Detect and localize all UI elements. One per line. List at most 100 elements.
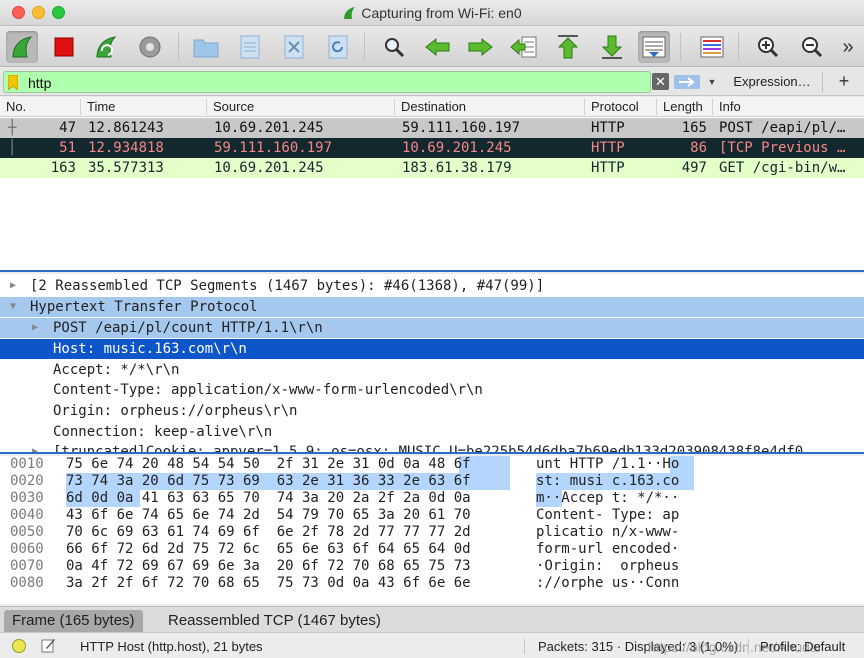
expand-arrow-icon[interactable]: ▶ — [32, 318, 38, 338]
profile-text[interactable]: Profile: Default — [760, 639, 845, 654]
packet-row-selected[interactable]: │ 51 12.934818 59.111.160.197 10.69.201.… — [0, 138, 864, 158]
byte-ascii: st: musi c.163.co — [536, 473, 680, 489]
byte-hex: 66 6f 72 6d 2d 75 72 6c 65 6e 63 6f 64 6… — [66, 541, 471, 557]
arrow-right-icon — [468, 37, 493, 57]
first-packet-button[interactable] — [552, 31, 584, 63]
stop-icon — [54, 37, 74, 57]
tree-item-reassembled-segments[interactable]: ▶ [2 Reassembled TCP Segments (1467 byte… — [0, 276, 864, 296]
tree-item-label: Accept: */*\r\n — [53, 362, 180, 378]
tree-item-label: Hypertext Transfer Protocol — [30, 299, 258, 315]
packet-info: [TCP Previous … — [719, 140, 846, 156]
zoom-out-button[interactable] — [796, 31, 828, 63]
bytes-row[interactable]: 0020 73 74 3a 20 6d 75 73 69 63 2e 31 36 … — [0, 473, 864, 490]
close-file-button[interactable] — [278, 31, 310, 63]
capture-options-button[interactable] — [134, 31, 166, 63]
bookmark-icon[interactable] — [8, 75, 18, 90]
packet-row[interactable]: ┼ 47 12.861243 10.69.201.245 59.111.160.… — [0, 118, 864, 138]
byte-ascii: ://orphe us··Conn — [536, 575, 680, 591]
byte-offset: 0030 — [10, 490, 44, 506]
bytes-row[interactable]: 0030 6d 0d 0a 41 63 63 65 70 74 3a 20 2a … — [0, 490, 864, 507]
bytes-row[interactable]: 0080 3a 2f 2f 6f 72 70 68 65 75 73 0d 0a … — [0, 575, 864, 592]
add-filter-button[interactable]: + — [834, 70, 854, 92]
packet-list-header: No. Time Source Destination Protocol Len… — [0, 97, 864, 117]
reload-file-button[interactable] — [322, 31, 354, 63]
tab-frame[interactable]: Frame (165 bytes) — [4, 610, 143, 632]
auto-scroll-button[interactable] — [638, 31, 670, 63]
tab-reassembled-tcp[interactable]: Reassembled TCP (1467 bytes) — [160, 610, 389, 632]
column-header-destination[interactable]: Destination — [395, 99, 466, 115]
packet-time: 12.934818 — [88, 140, 164, 156]
byte-ascii: unt HTTP /1.1··Ho — [536, 456, 680, 472]
byte-hex: 3a 2f 2f 6f 72 70 68 65 75 73 0d 0a 43 6… — [66, 575, 471, 591]
packet-protocol: HTTP — [591, 140, 625, 156]
expert-info-icon[interactable] — [12, 639, 26, 653]
arrow-down-icon — [601, 35, 623, 59]
last-packet-button[interactable] — [596, 31, 628, 63]
packet-list[interactable]: No. Time Source Destination Protocol Len… — [0, 97, 864, 272]
collapse-arrow-icon[interactable]: ▼ — [10, 297, 16, 317]
bytes-row[interactable]: 0070 0a 4f 72 69 67 69 6e 3a 20 6f 72 70 … — [0, 558, 864, 575]
stop-capture-button[interactable] — [48, 31, 80, 63]
toolbar-separator — [364, 33, 365, 61]
go-to-packet-button[interactable] — [508, 31, 540, 63]
column-header-length[interactable]: Length — [657, 99, 703, 115]
expression-button[interactable]: Expression… — [728, 71, 816, 93]
zoom-in-button[interactable] — [752, 31, 784, 63]
status-separator — [524, 639, 525, 654]
column-header-no[interactable]: No. — [0, 99, 26, 115]
tree-item-origin[interactable]: Origin: orpheus://orpheus\r\n — [0, 401, 864, 421]
go-forward-button[interactable] — [464, 31, 496, 63]
find-packet-button[interactable] — [378, 31, 410, 63]
bytes-row[interactable]: 0060 66 6f 72 6d 2d 75 72 6c 65 6e 63 6f … — [0, 541, 864, 558]
go-back-button[interactable] — [422, 31, 454, 63]
arrow-left-icon — [425, 37, 450, 57]
open-file-button[interactable] — [190, 31, 222, 63]
toolbar-separator — [738, 33, 739, 61]
tree-item-connection[interactable]: Connection: keep-alive\r\n — [0, 422, 864, 442]
auto-scroll-icon — [642, 36, 666, 58]
filter-history-dropdown[interactable]: ▼ — [704, 72, 720, 92]
expand-arrow-icon[interactable]: ▶ — [10, 276, 16, 296]
packet-destination: 59.111.160.197 — [402, 120, 521, 136]
tree-item-label: Host: music.163.com\r\n — [53, 341, 247, 357]
apply-filter-button[interactable] — [672, 72, 702, 92]
byte-hex: 73 74 3a 20 6d 75 73 69 63 2e 31 36 33 2… — [66, 473, 471, 489]
packet-info: POST /eapi/pl/… — [719, 120, 846, 136]
magnifier-icon — [385, 38, 405, 58]
bytes-row[interactable]: 0040 43 6f 6e 74 65 6e 74 2d 54 79 70 65 … — [0, 507, 864, 524]
tree-item-request-line[interactable]: ▶ POST /eapi/pl/count HTTP/1.1\r\n — [0, 318, 864, 338]
expand-arrow-icon[interactable]: ▶ — [32, 442, 38, 452]
tree-item-host[interactable]: Host: music.163.com\r\n — [0, 339, 864, 359]
column-header-protocol[interactable]: Protocol — [585, 99, 639, 115]
capture-comment-icon[interactable] — [40, 637, 56, 653]
display-filter-input[interactable]: http — [3, 71, 651, 93]
bytes-row[interactable]: 0050 70 6c 69 63 61 74 69 6f 6e 2f 78 2d … — [0, 524, 864, 541]
column-header-source[interactable]: Source — [207, 99, 254, 115]
packet-bytes-pane[interactable]: 0010 75 6e 74 20 48 54 54 50 2f 31 2e 31 … — [0, 456, 864, 604]
column-header-time[interactable]: Time — [81, 99, 115, 115]
column-header-info[interactable]: Info — [713, 99, 741, 115]
byte-hex: 75 6e 74 20 48 54 54 50 2f 31 2e 31 0d 0… — [66, 456, 471, 472]
bytes-row[interactable]: 0010 75 6e 74 20 48 54 54 50 2f 31 2e 31 … — [0, 456, 864, 473]
byte-offset: 0080 — [10, 575, 44, 591]
tree-item-accept[interactable]: Accept: */*\r\n — [0, 360, 864, 380]
byte-ascii: ·Origin: orpheus — [536, 558, 680, 574]
packet-details-tree[interactable]: ▶ [2 Reassembled TCP Segments (1467 byte… — [0, 274, 864, 454]
tree-item-http[interactable]: ▼ Hypertext Transfer Protocol — [0, 297, 864, 317]
save-file-button[interactable] — [234, 31, 266, 63]
filter-text: http — [28, 75, 52, 91]
toolbar-overflow-button[interactable]: » — [836, 31, 860, 63]
packet-length: 165 — [681, 120, 707, 136]
start-capture-button[interactable] — [6, 31, 38, 63]
tree-item-content-type[interactable]: Content-Type: application/x-www-form-url… — [0, 380, 864, 400]
arrow-up-icon — [557, 35, 579, 59]
clear-filter-button[interactable]: ✕ — [652, 73, 669, 90]
packet-no: 47 — [59, 120, 76, 136]
colorize-button[interactable] — [696, 31, 728, 63]
restart-capture-button[interactable] — [90, 31, 122, 63]
packet-row[interactable]: 163 35.577313 10.69.201.245 183.61.38.17… — [0, 158, 864, 178]
byte-ascii: m··Accep t: */*·· — [536, 490, 680, 506]
go-to-packet-icon — [510, 36, 537, 58]
tree-item-cookie[interactable]: ▶ [truncated]Cookie: appver=1.5.9; os=os… — [0, 442, 864, 452]
toolbar-separator — [680, 33, 681, 61]
